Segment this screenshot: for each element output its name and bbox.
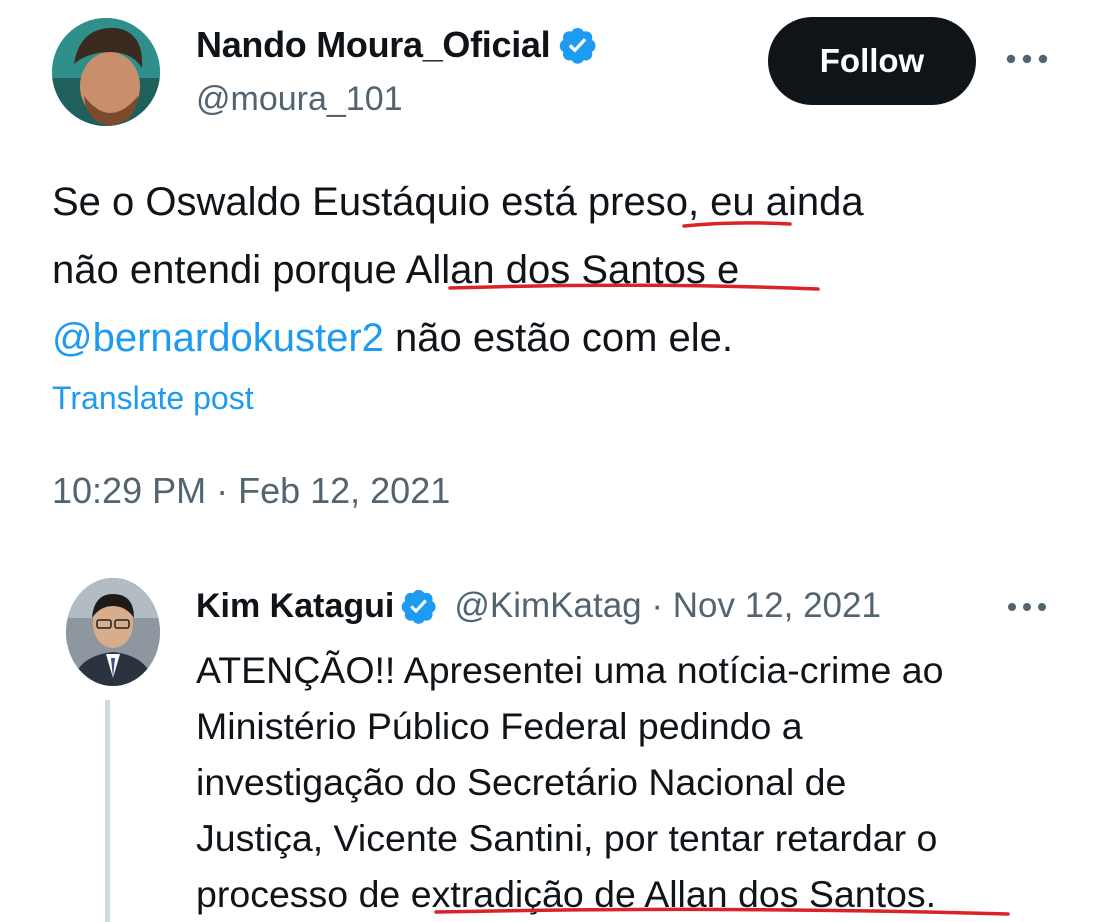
verified-badge-icon bbox=[402, 589, 436, 624]
avatar-nando-moura[interactable] bbox=[52, 18, 160, 126]
translate-post-link[interactable]: Translate post bbox=[52, 380, 254, 417]
verified-badge-icon bbox=[560, 27, 596, 64]
avatar-kim-katagui[interactable] bbox=[66, 578, 160, 686]
author-display-name[interactable]: Nando Moura_Oficial bbox=[196, 24, 551, 66]
tweet-text-line-2: não entendi porque Allan dos Santos e bbox=[52, 236, 1062, 304]
tweet-text-line-3: @bernardokuster2 não estão com ele. bbox=[52, 304, 1062, 372]
tweet-text-line-1: Se o Oswaldo Eustáquio está preso, eu ai… bbox=[52, 168, 1062, 236]
quoted-text-line: processo de extradição de Allan dos Sant… bbox=[196, 873, 937, 915]
mention-link[interactable]: @bernardokuster2 bbox=[52, 316, 384, 360]
follow-button[interactable]: Follow bbox=[768, 17, 976, 105]
text-segment: não estão com ele. bbox=[383, 316, 734, 360]
text-segment-allan: Allan dos Santos bbox=[405, 248, 706, 292]
quoted-text-line: Justiça, Vicente Santini, por tentar ret… bbox=[196, 817, 938, 859]
quoted-tweet-text: ATENÇÃO!! Apresentei uma notícia-crime a… bbox=[196, 642, 1076, 922]
quoted-text-line: Ministério Público Federal pedindo a bbox=[196, 705, 803, 747]
text-segment: , eu ainda bbox=[687, 180, 864, 224]
quoted-text-line: investigação do Secretário Nacional de bbox=[196, 761, 847, 803]
author-handle[interactable]: @moura_101 bbox=[196, 80, 403, 119]
text-segment: Se o Oswaldo Eustáquio está bbox=[52, 180, 588, 224]
text-segment: não entendi porque bbox=[52, 248, 406, 292]
tweet-timestamp[interactable]: 10:29 PM · Feb 12, 2021 bbox=[52, 470, 450, 512]
avatar-photo bbox=[52, 18, 160, 126]
quoted-tweet-header: Kim Katagui @KimKatag · Nov 12, 2021 bbox=[196, 580, 881, 632]
avatar-photo bbox=[66, 578, 160, 686]
more-options-icon[interactable] bbox=[1004, 36, 1050, 82]
text-segment-preso: preso bbox=[587, 180, 688, 224]
thread-connector-line bbox=[105, 700, 110, 922]
author-name-row: Nando Moura_Oficial bbox=[196, 22, 598, 68]
quoted-author-name[interactable]: Kim Katagui bbox=[196, 587, 394, 626]
text-segment: e bbox=[705, 248, 740, 292]
tweet-text: Se o Oswaldo Eustáquio está preso, eu ai… bbox=[52, 168, 1062, 372]
more-options-icon[interactable] bbox=[1004, 594, 1050, 620]
quoted-author-handle-date[interactable]: @KimKatag · Nov 12, 2021 bbox=[454, 586, 881, 626]
quoted-text-line: ATENÇÃO!! Apresentei uma notícia-crime a… bbox=[196, 649, 944, 691]
